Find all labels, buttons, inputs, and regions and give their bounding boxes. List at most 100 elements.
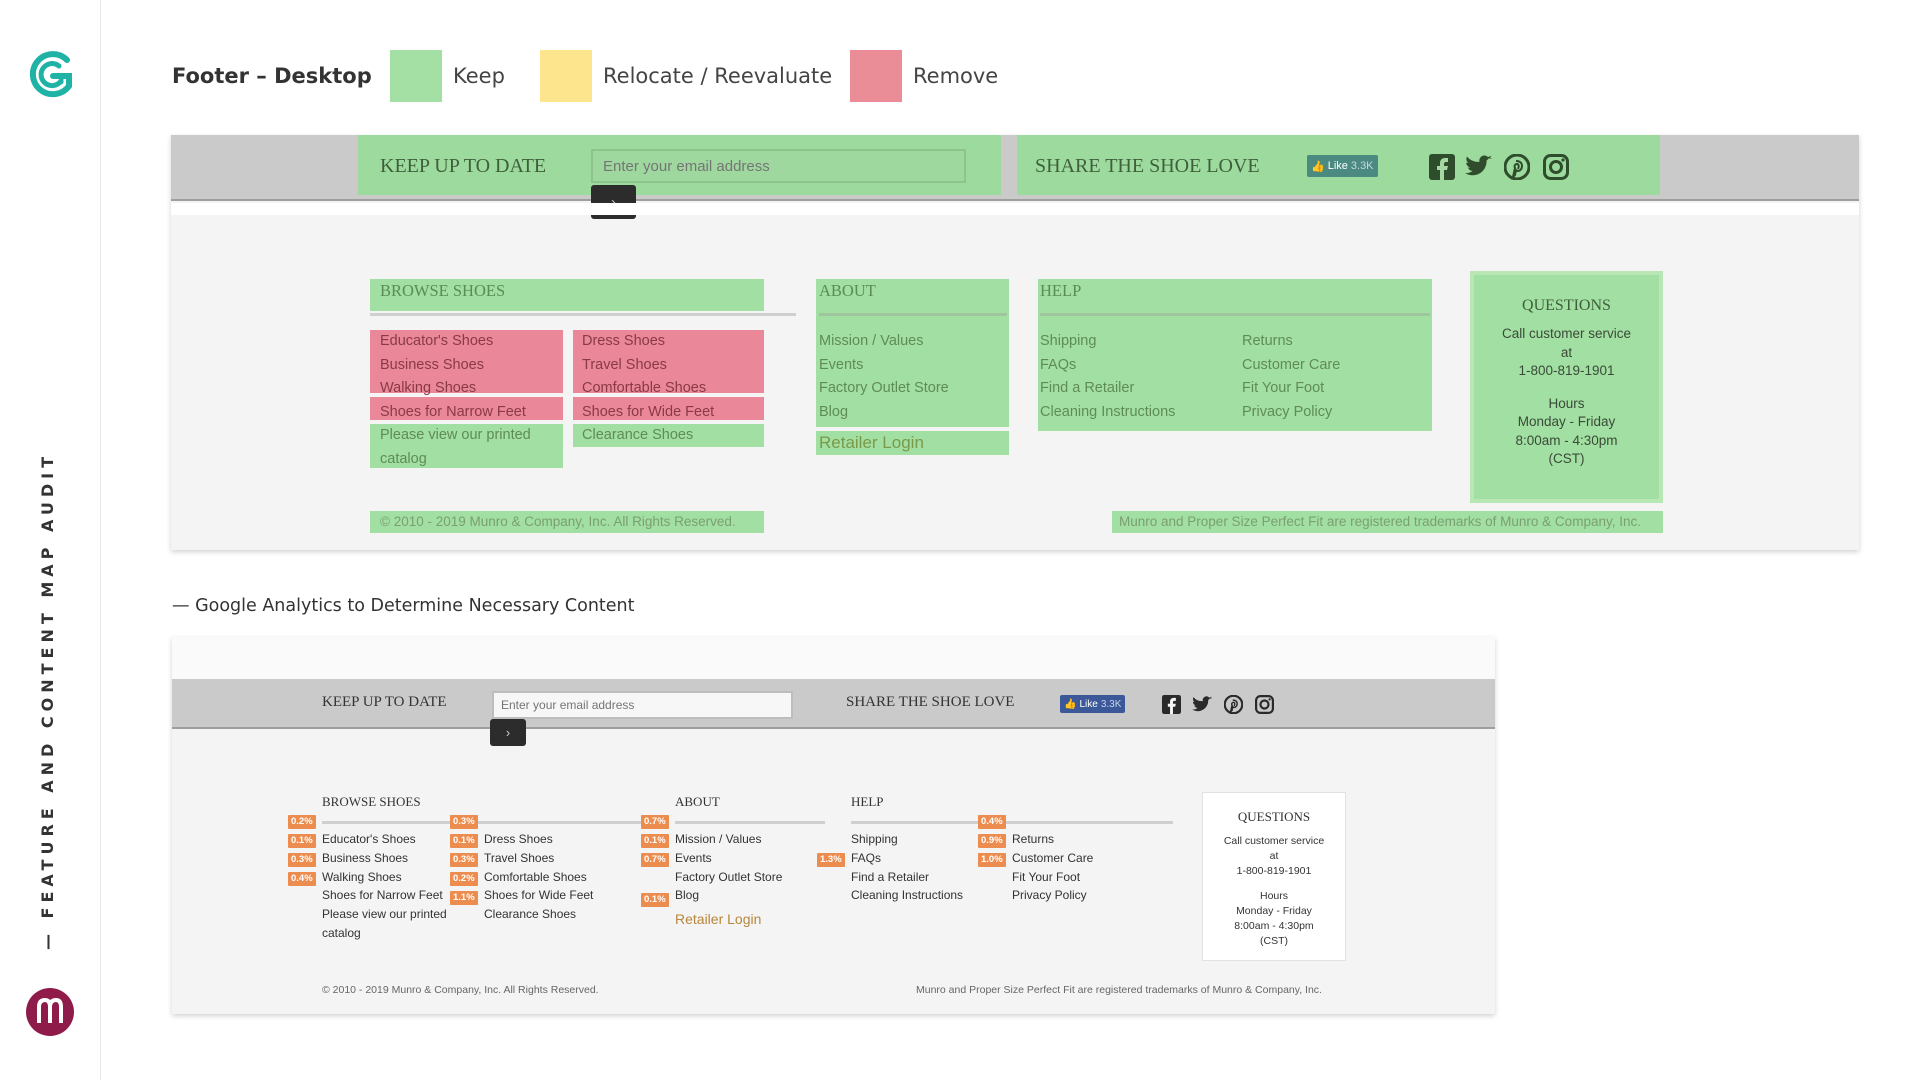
link-cleaning[interactable]: Cleaning Instructions — [851, 886, 963, 905]
link-narrow-feet[interactable]: Shoes for Narrow Feet — [322, 886, 462, 905]
link-narrow-feet[interactable]: Shoes for Narrow Feet — [380, 401, 550, 425]
link-customer-care[interactable]: Customer Care — [1242, 354, 1340, 378]
link-printed-catalog[interactable]: Please view our printed catalog — [380, 424, 550, 471]
analytics-badge: 0.3% — [288, 853, 316, 867]
about-links: Mission / Values Events Factory Outlet S… — [819, 330, 949, 424]
link-retailer-login[interactable]: Retailer Login — [819, 431, 924, 455]
link-find-retailer[interactable]: Find a Retailer — [851, 868, 963, 887]
pinterest-icon[interactable] — [1504, 154, 1530, 180]
help-title-2: HELP — [851, 794, 884, 809]
email-input[interactable] — [591, 149, 966, 183]
link-factory-outlet[interactable]: Factory Outlet Store — [819, 377, 949, 401]
analytics-badge: 1.0% — [978, 853, 1006, 867]
relocate-label: Relocate / Reevaluate — [603, 64, 833, 88]
trademark-2: Munro and Proper Size Perfect Fit are re… — [916, 984, 1322, 996]
analytics-badge: 0.9% — [978, 834, 1006, 848]
sidebar: — FEATURE AND CONTENT MAP AUDIT — [0, 0, 101, 1080]
link-clearance-shoes[interactable]: Clearance Shoes — [582, 424, 714, 448]
keep-label: Keep — [453, 64, 505, 88]
help-col1-2: Shipping FAQs Find a Retailer Cleaning I… — [851, 830, 963, 905]
instagram-icon[interactable] — [1543, 154, 1569, 180]
analytics-badge: 0.1% — [641, 834, 669, 848]
copyright: © 2010 - 2019 Munro & Company, Inc. All … — [380, 514, 736, 529]
link-walking-shoes[interactable]: Walking Shoes — [322, 868, 462, 887]
help-title: HELP — [1040, 281, 1082, 300]
link-cleaning[interactable]: Cleaning Instructions — [1040, 401, 1175, 425]
twitter-icon[interactable] — [1192, 696, 1213, 714]
subscribe-arrow-button-2[interactable]: › — [490, 719, 526, 746]
questions-hours: Hours Monday - Friday 8:00am - 4:30pm (C… — [1515, 395, 1618, 467]
link-shipping[interactable]: Shipping — [851, 830, 963, 849]
link-returns[interactable]: Returns — [1242, 330, 1340, 354]
link-shipping[interactable]: Shipping — [1040, 330, 1175, 354]
analytics-badge: 1.1% — [450, 891, 478, 905]
browse-title-2: BROWSE SHOES — [322, 794, 421, 809]
share-label-2: SHARE THE SHOE LOVE — [846, 694, 1015, 710]
analytics-badge: 1.3% — [817, 853, 845, 867]
questions-title: QUESTIONS — [1522, 297, 1611, 314]
link-mission[interactable]: Mission / Values — [819, 330, 949, 354]
link-faqs[interactable]: FAQs — [851, 849, 963, 868]
help-col1: Shipping FAQs Find a Retailer Cleaning I… — [1040, 330, 1175, 424]
browse-col1-2: Educator's Shoes Business Shoes Walking … — [322, 830, 462, 943]
link-privacy-policy[interactable]: Privacy Policy — [1012, 886, 1093, 905]
facebook-icon[interactable] — [1429, 154, 1455, 180]
link-privacy-policy[interactable]: Privacy Policy — [1242, 401, 1340, 425]
analytics-badge: 0.3% — [450, 853, 478, 867]
remove-swatch — [850, 50, 902, 102]
pinterest-icon[interactable] — [1224, 695, 1243, 714]
logo-g-icon — [29, 51, 72, 98]
link-travel-shoes[interactable]: Travel Shoes — [484, 849, 593, 868]
remove-label: Remove — [913, 64, 999, 88]
questions-title: QUESTIONS — [1237, 809, 1311, 824]
link-educators-shoes[interactable]: Educator's Shoes — [380, 330, 550, 354]
vertical-title: — FEATURE AND CONTENT MAP AUDIT — [38, 452, 57, 951]
link-educators-shoes[interactable]: Educator's Shoes — [322, 830, 462, 849]
facebook-like-button[interactable]: 👍 Like 3.3K — [1307, 155, 1378, 177]
browse-col2-2: Dress Shoes Travel Shoes Comfortable Sho… — [484, 830, 593, 924]
twitter-icon[interactable] — [1465, 155, 1493, 179]
link-faqs[interactable]: FAQs — [1040, 354, 1175, 378]
instagram-icon[interactable] — [1255, 695, 1274, 714]
link-dress-shoes[interactable]: Dress Shoes — [582, 330, 714, 354]
link-business-shoes[interactable]: Business Shoes — [380, 354, 550, 378]
help-col2-2: Returns Customer Care Fit Your Foot Priv… — [1012, 830, 1093, 905]
keep-up-label-2: KEEP UP TO DATE — [322, 694, 447, 710]
about-links-2: Mission / Values Events Factory Outlet S… — [675, 830, 782, 905]
analytics-badge: 0.1% — [641, 893, 669, 907]
questions-call: Call customer service at 1-800-819-1901 — [1474, 325, 1659, 381]
link-customer-care[interactable]: Customer Care — [1012, 849, 1093, 868]
phone-number: 1-800-819-1901 — [1518, 363, 1615, 378]
link-walking-shoes[interactable]: Walking Shoes — [380, 377, 550, 401]
link-fit-your-foot[interactable]: Fit Your Foot — [1012, 868, 1093, 887]
analytics-badge: 0.2% — [288, 815, 316, 829]
email-input-2[interactable] — [492, 691, 793, 719]
link-mission[interactable]: Mission / Values — [675, 830, 782, 849]
help-col2: Returns Customer Care Fit Your Foot Priv… — [1242, 330, 1340, 424]
logo-m-icon — [26, 988, 74, 1036]
link-fit-your-foot[interactable]: Fit Your Foot — [1242, 377, 1340, 401]
link-dress-shoes[interactable]: Dress Shoes — [484, 830, 593, 849]
link-retailer-login[interactable]: Retailer Login — [675, 910, 761, 929]
link-find-retailer[interactable]: Find a Retailer — [1040, 377, 1175, 401]
thumbs-up-icon: 👍 — [1064, 698, 1077, 710]
link-blog[interactable]: Blog — [675, 886, 782, 905]
link-returns[interactable]: Returns — [1012, 830, 1093, 849]
analytics-badge: 0.1% — [288, 834, 316, 848]
link-events[interactable]: Events — [819, 354, 949, 378]
facebook-icon[interactable] — [1162, 695, 1181, 714]
link-events[interactable]: Events — [675, 849, 782, 868]
link-factory-outlet[interactable]: Factory Outlet Store — [675, 868, 782, 887]
link-printed-catalog[interactable]: Please view our printed catalog — [322, 905, 462, 943]
link-wide-feet[interactable]: Shoes for Wide Feet — [582, 401, 714, 425]
link-comfortable-shoes[interactable]: Comfortable Shoes — [484, 868, 593, 887]
link-blog[interactable]: Blog — [819, 401, 949, 425]
link-comfortable-shoes[interactable]: Comfortable Shoes — [582, 377, 714, 401]
link-business-shoes[interactable]: Business Shoes — [322, 849, 462, 868]
link-wide-feet[interactable]: Shoes for Wide Feet — [484, 886, 593, 905]
link-clearance-shoes[interactable]: Clearance Shoes — [484, 905, 593, 924]
analytics-badge: 0.4% — [978, 815, 1006, 829]
link-travel-shoes[interactable]: Travel Shoes — [582, 354, 714, 378]
facebook-like-button-2[interactable]: 👍 Like 3.3K — [1060, 695, 1126, 713]
keep-swatch — [390, 50, 442, 102]
